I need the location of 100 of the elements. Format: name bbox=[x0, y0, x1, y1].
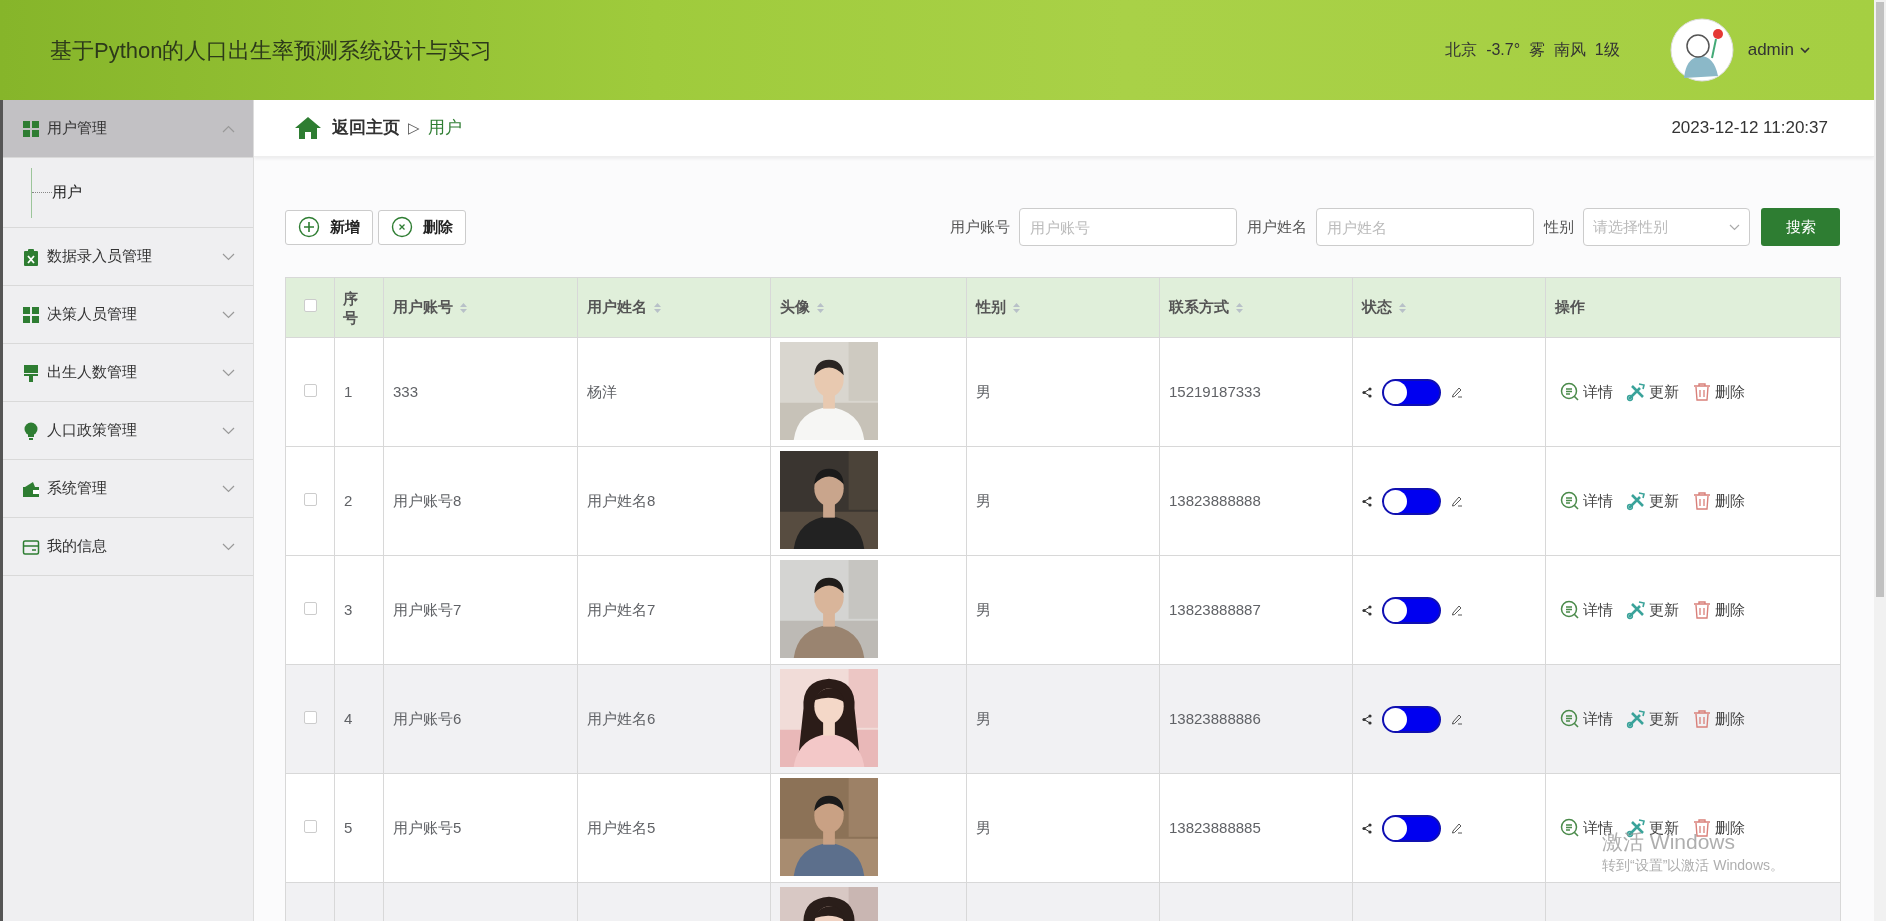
toggle-switch[interactable] bbox=[1382, 814, 1441, 842]
table-cell: 男 bbox=[976, 818, 991, 836]
card-icon bbox=[22, 537, 40, 556]
trash-icon bbox=[1692, 600, 1712, 620]
wallet-icon bbox=[22, 479, 40, 498]
column-header[interactable]: 性别 bbox=[976, 296, 1021, 319]
table-row[interactable]: 4 用户账号6 用户姓名6 男 13823888886 详情 更新 删除 bbox=[285, 664, 1841, 774]
scrollbar[interactable] bbox=[1874, 0, 1886, 921]
table-cell: 用户账号5 bbox=[393, 818, 462, 836]
sort-icon bbox=[1012, 301, 1021, 314]
pencil-icon[interactable] bbox=[1451, 713, 1463, 725]
add-button[interactable]: 新增 bbox=[285, 209, 373, 245]
table-cell: 男 bbox=[976, 709, 991, 727]
column-header: 操作 bbox=[1555, 297, 1585, 318]
detail-link[interactable]: 详情 bbox=[1560, 598, 1613, 622]
table-cell: 男 bbox=[976, 600, 991, 618]
search-field[interactable]: 用户姓名 bbox=[1316, 208, 1534, 246]
table-cell: 13823888888 bbox=[1169, 491, 1261, 509]
magnifier-icon bbox=[1560, 818, 1580, 838]
update-link[interactable]: 更新 bbox=[1626, 598, 1679, 622]
table-cell: 杨洋 bbox=[587, 382, 617, 400]
home-icon bbox=[294, 116, 322, 140]
search-button[interactable]: 搜索 bbox=[1761, 208, 1840, 246]
chevron-icon bbox=[222, 368, 235, 377]
pencil-icon[interactable] bbox=[1451, 822, 1463, 834]
user-avatar[interactable] bbox=[1669, 18, 1734, 82]
pencil-icon[interactable] bbox=[1451, 386, 1463, 398]
magnifier-icon bbox=[1560, 382, 1580, 402]
checkbox[interactable] bbox=[303, 299, 317, 313]
column-header[interactable]: 头像 bbox=[780, 296, 825, 319]
weather-text: 北京 -3.7° 雾 南风 1级 bbox=[1445, 40, 1620, 60]
share-icon[interactable] bbox=[1362, 604, 1372, 616]
sort-icon bbox=[1398, 301, 1407, 314]
update-link[interactable]: 更新 bbox=[1626, 380, 1679, 404]
toggle-switch[interactable] bbox=[1382, 705, 1441, 733]
column-header[interactable]: 用户账号 bbox=[393, 296, 468, 319]
share-icon[interactable] bbox=[1362, 495, 1372, 507]
table-row[interactable]: 3 用户账号7 用户姓名7 男 13823888887 详情 更新 删除 bbox=[285, 555, 1841, 665]
delete-link[interactable]: 删除 bbox=[1692, 380, 1745, 404]
detail-link[interactable]: 详情 bbox=[1560, 707, 1613, 731]
grid-icon bbox=[22, 305, 40, 324]
table-cell: 4 bbox=[344, 709, 353, 727]
update-link[interactable]: 更新 bbox=[1626, 489, 1679, 513]
delete-button[interactable]: 删除 bbox=[378, 209, 466, 245]
share-icon[interactable] bbox=[1362, 713, 1372, 725]
checkbox[interactable] bbox=[303, 819, 317, 833]
chevron-icon bbox=[222, 426, 235, 435]
checkbox[interactable] bbox=[303, 383, 317, 397]
checkbox[interactable] bbox=[303, 710, 317, 724]
share-icon[interactable] bbox=[1362, 822, 1372, 834]
tools-icon bbox=[1626, 709, 1646, 729]
table-cell: 15219187333 bbox=[1169, 382, 1261, 400]
activation-text: 转到“设置”以激活 Windows。 bbox=[1602, 856, 1784, 876]
table-row[interactable]: 1 333 杨洋 男 15219187333 详情 更新 删除 bbox=[285, 337, 1841, 447]
update-link[interactable]: 更新 bbox=[1626, 707, 1679, 731]
toggle-switch[interactable] bbox=[1382, 378, 1441, 406]
plus-circle-icon bbox=[298, 216, 320, 238]
date-time: 2023-12-12 11:20:37 bbox=[1671, 117, 1828, 140]
chevron-icon bbox=[222, 124, 235, 133]
delete-link[interactable]: 删除 bbox=[1692, 598, 1745, 622]
sort-icon bbox=[816, 301, 825, 314]
table-cell: 用户姓名6 bbox=[587, 709, 656, 727]
toggle-switch[interactable] bbox=[1382, 596, 1441, 624]
tools-icon bbox=[1626, 382, 1646, 402]
delete-link[interactable]: 删除 bbox=[1692, 489, 1745, 513]
pencil-icon[interactable] bbox=[1451, 604, 1463, 616]
share-icon[interactable] bbox=[1362, 386, 1372, 398]
table-cell: 3 bbox=[344, 600, 353, 618]
table-cell: 333 bbox=[393, 382, 419, 400]
magnifier-icon bbox=[1560, 491, 1580, 511]
checkbox[interactable] bbox=[303, 492, 317, 506]
sidebar-item[interactable]: 用户管理 bbox=[3, 100, 253, 158]
delete-link[interactable]: 删除 bbox=[1692, 707, 1745, 731]
detail-link[interactable]: 详情 bbox=[1560, 489, 1613, 513]
chevron-icon bbox=[1729, 223, 1740, 231]
table-cell: 用户姓名8 bbox=[587, 491, 656, 509]
column-header[interactable]: 联系方式 bbox=[1169, 296, 1244, 319]
table-cell: 1 bbox=[344, 382, 353, 400]
table-cell: 用户账号6 bbox=[393, 709, 462, 727]
home-link[interactable]: 返回主页 bbox=[332, 115, 400, 141]
chevron-icon bbox=[222, 310, 235, 319]
table-row[interactable]: 2 用户账号8 用户姓名8 男 13823888888 详情 更新 删除 bbox=[285, 446, 1841, 556]
column-header: 序号 bbox=[343, 288, 359, 328]
checkbox[interactable] bbox=[303, 601, 317, 615]
chevron-icon bbox=[222, 484, 235, 493]
column-header[interactable]: 用户姓名 bbox=[587, 296, 662, 319]
pencil-icon[interactable] bbox=[1451, 495, 1463, 507]
table-cell: 13823888886 bbox=[1169, 709, 1261, 727]
breadcrumb-current: 用户 bbox=[428, 117, 462, 140]
field-label: 用户姓名 bbox=[1247, 216, 1307, 237]
detail-link[interactable]: 详情 bbox=[1560, 380, 1613, 404]
table-cell: 男 bbox=[976, 382, 991, 400]
user-menu[interactable]: admin bbox=[1747, 37, 1810, 63]
table-cell: 13823888885 bbox=[1169, 818, 1261, 836]
app-title: 基于Python的人口出生率预测系统设计与实习 bbox=[50, 36, 493, 65]
toggle-switch[interactable] bbox=[1382, 487, 1441, 515]
column-header[interactable]: 状态 bbox=[1362, 296, 1407, 319]
search-field[interactable]: 用户账号 bbox=[1019, 208, 1237, 246]
table-cell: 男 bbox=[976, 491, 991, 509]
sidebar-subitem[interactable]: 用户 bbox=[52, 181, 82, 204]
